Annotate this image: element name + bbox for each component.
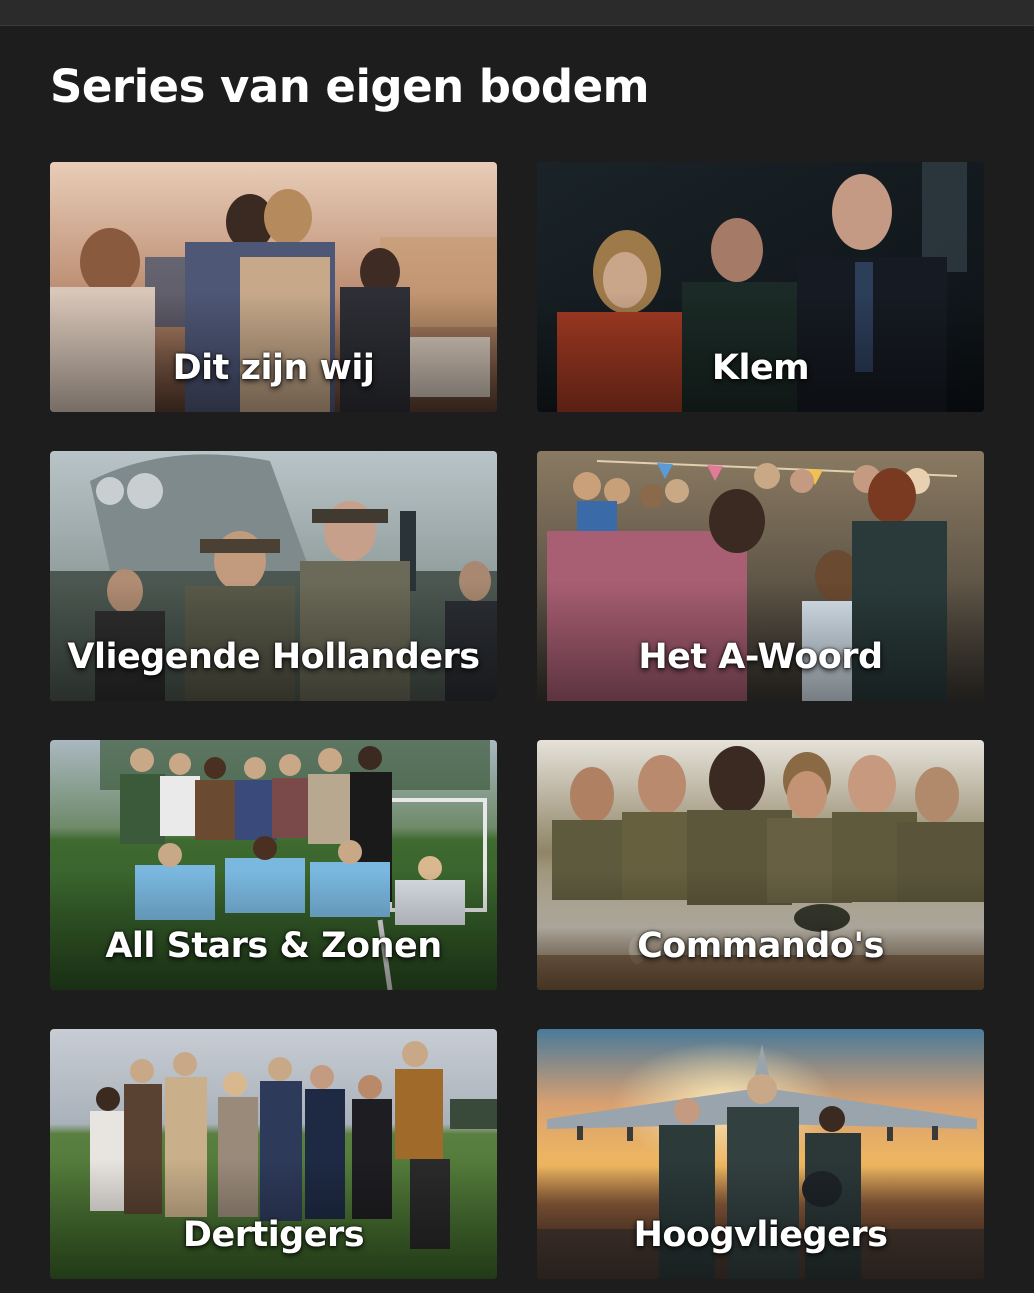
series-title: Dertigers: [182, 1215, 365, 1255]
series-tile-hoogvliegers[interactable]: Hoogvliegers: [537, 1029, 984, 1279]
series-title: Vliegende Hollanders: [67, 637, 480, 677]
series-title: Hoogvliegers: [633, 1215, 888, 1255]
top-bar: [0, 0, 1034, 26]
section-title: Series van eigen bodem: [50, 60, 650, 113]
series-title: Klem: [711, 348, 810, 388]
series-title: Dit zijn wij: [172, 348, 375, 388]
series-tile-commandos[interactable]: Commando's: [537, 740, 984, 990]
series-title: All Stars & Zonen: [105, 926, 442, 966]
series-tile-het-a-woord[interactable]: Het A-Woord: [537, 451, 984, 701]
series-title: Commando's: [637, 926, 884, 966]
series-tile-dit-zijn-wij[interactable]: Dit zijn wij: [50, 162, 497, 412]
series-section: Series van eigen bodem Dit zijn wij Klem…: [0, 26, 1034, 1293]
series-title: Het A-Woord: [638, 637, 883, 677]
series-tile-dertigers[interactable]: Dertigers: [50, 1029, 497, 1279]
series-tile-all-stars-zonen[interactable]: All Stars & Zonen: [50, 740, 497, 990]
series-tile-klem[interactable]: Klem: [537, 162, 984, 412]
series-tile-vliegende-hollanders[interactable]: Vliegende Hollanders: [50, 451, 497, 701]
